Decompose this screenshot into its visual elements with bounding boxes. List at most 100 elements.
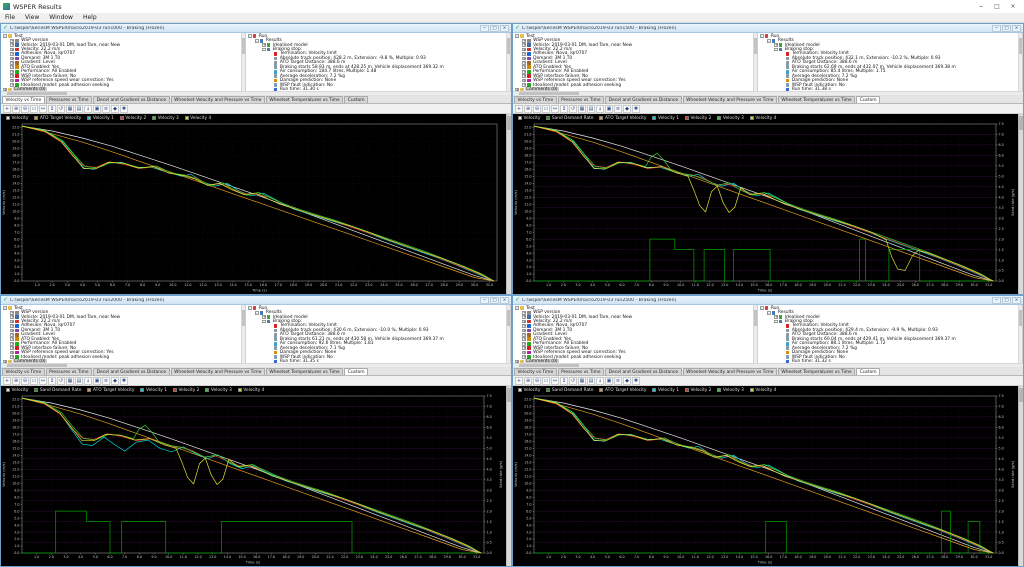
scrollbar-thumb[interactable] — [519, 364, 579, 367]
collapse-icon[interactable]: - — [254, 310, 259, 315]
expand-icon[interactable]: + — [10, 78, 14, 83]
tab-pressures-vs-time[interactable]: Pressures vs Time — [45, 368, 93, 375]
child-minimize-button[interactable]: − — [992, 24, 1001, 32]
tree-hscrollbar[interactable] — [513, 91, 1023, 95]
tab-pressures-vs-time[interactable]: Pressures vs Time — [557, 96, 605, 103]
scrollbar-thumb[interactable] — [507, 116, 511, 130]
scrollbar-thumb[interactable] — [519, 92, 579, 95]
child-titlebar[interactable]: ✓ C:\wsper\SeriesM WSPERmacro2019-03 run2… — [513, 296, 1023, 305]
scrollbar-thumb[interactable] — [1019, 116, 1023, 130]
tab-decel-and-gradient-vs-distance[interactable]: Decel and Gradient vs Distance — [605, 368, 682, 375]
tab-wheelset-temperatures-vs-time[interactable]: Wheelset Temperatures vs Time — [265, 368, 344, 375]
menu-file[interactable]: File — [0, 14, 20, 21]
expand-icon[interactable]: + — [522, 43, 526, 47]
scrollbar-thumb[interactable] — [1019, 388, 1023, 402]
copy-icon[interactable]: ▣ — [605, 376, 613, 385]
reset-zoom-icon[interactable]: ↺ — [57, 104, 65, 113]
data-table-icon[interactable]: ▤ — [587, 376, 595, 385]
data-table-icon[interactable]: ▤ — [75, 104, 83, 113]
child-minimize-button[interactable]: − — [480, 296, 489, 304]
maximize-button[interactable]: □ — [989, 1, 1005, 12]
expand-icon[interactable]: + — [10, 43, 14, 47]
scrollbar-thumb[interactable] — [753, 310, 757, 326]
collapse-icon[interactable]: - — [261, 319, 266, 324]
settings-icon[interactable]: ✱ — [120, 104, 128, 113]
data-table-icon[interactable]: ▤ — [75, 376, 83, 385]
expand-icon[interactable]: + — [10, 74, 14, 79]
zoom-y-axis-icon[interactable]: ↕ — [48, 376, 56, 385]
child-titlebar[interactable]: ✓ C:\wsper\SeriesM WSPERmacro2019-03 run1… — [1, 24, 511, 33]
collapse-icon[interactable]: - — [766, 38, 771, 43]
expand-icon[interactable]: + — [522, 337, 526, 342]
print-icon[interactable]: ≡ — [102, 104, 110, 113]
tree-hscrollbar[interactable] — [513, 363, 1023, 367]
tab-pressures-vs-time[interactable]: Pressures vs Time — [557, 368, 605, 375]
collapse-icon[interactable]: - — [515, 306, 519, 311]
expand-icon[interactable]: + — [10, 315, 14, 319]
expand-icon[interactable]: + — [522, 319, 526, 324]
expand-icon[interactable]: + — [522, 332, 526, 337]
copy-icon[interactable]: ▣ — [93, 104, 101, 113]
expand-icon[interactable]: + — [261, 43, 266, 47]
expand-icon[interactable]: + — [522, 324, 526, 328]
collapse-icon[interactable]: - — [759, 34, 764, 39]
tab-velocity-vs-time[interactable]: Velocity vs Time — [514, 96, 557, 103]
child-close-button[interactable]: × — [1012, 24, 1021, 32]
collapse-icon[interactable]: - — [773, 47, 778, 52]
child-minimize-button[interactable]: − — [480, 24, 489, 32]
tree-hscrollbar[interactable] — [1, 363, 511, 367]
zoom-out-icon[interactable]: ⊖ — [533, 376, 541, 385]
expand-icon[interactable]: + — [522, 346, 526, 351]
tab-decel-and-gradient-vs-distance[interactable]: Decel and Gradient vs Distance — [93, 368, 170, 375]
zoom-x-axis-icon[interactable]: ↔ — [39, 104, 47, 113]
expand-icon[interactable]: + — [522, 52, 526, 56]
tab-decel-and-gradient-vs-distance[interactable]: Decel and Gradient vs Distance — [93, 96, 170, 103]
data-table-icon[interactable]: ▤ — [587, 104, 595, 113]
collapse-icon[interactable]: - — [3, 34, 7, 39]
save-image-icon[interactable]: ↓ — [84, 104, 92, 113]
tab-velocity-vs-time[interactable]: Velocity vs Time — [2, 96, 45, 103]
tree-hscrollbar[interactable] — [1, 91, 511, 95]
tree-scrollbar[interactable] — [752, 305, 757, 363]
scrollbar-thumb[interactable] — [241, 38, 245, 54]
expand-icon[interactable]: + — [10, 65, 14, 70]
minimize-button[interactable]: − — [973, 1, 989, 12]
tab-wheelset-velocity-and-pressure-vs-time[interactable]: Wheelset Velocity and Pressure vs Time — [682, 368, 777, 375]
collapse-icon[interactable]: - — [773, 319, 778, 324]
expand-icon[interactable]: + — [522, 38, 526, 43]
markers-icon[interactable]: ◆ — [623, 376, 631, 385]
expand-icon[interactable]: + — [10, 319, 14, 324]
reset-zoom-icon[interactable]: ↺ — [569, 104, 577, 113]
tab-pressures-vs-time[interactable]: Pressures vs Time — [45, 96, 93, 103]
child-close-button[interactable]: × — [500, 24, 509, 32]
zoom-in-icon[interactable]: ⊕ — [524, 104, 532, 113]
collapse-icon[interactable]: - — [759, 306, 764, 311]
tab-decel-and-gradient-vs-distance[interactable]: Decel and Gradient vs Distance — [605, 96, 682, 103]
scrollbar-thumb[interactable] — [1019, 38, 1022, 54]
markers-icon[interactable]: ◆ — [623, 104, 631, 113]
tree-scrollbar[interactable] — [752, 33, 757, 91]
pan-icon[interactable]: + — [515, 104, 523, 113]
plot-scrollbar[interactable] — [1018, 386, 1023, 566]
zoom-y-axis-icon[interactable]: ↕ — [560, 376, 568, 385]
expand-icon[interactable]: + — [773, 315, 778, 319]
zoom-window-icon[interactable]: ▭ — [30, 376, 38, 385]
tab-wheelset-velocity-and-pressure-vs-time[interactable]: Wheelset Velocity and Pressure vs Time — [170, 96, 265, 103]
save-image-icon[interactable]: ↓ — [84, 376, 92, 385]
zoom-window-icon[interactable]: ▭ — [30, 104, 38, 113]
expand-icon[interactable]: + — [10, 52, 14, 56]
tab-wheelset-velocity-and-pressure-vs-time[interactable]: Wheelset Velocity and Pressure vs Time — [170, 368, 265, 375]
zoom-window-icon[interactable]: ▭ — [542, 104, 550, 113]
settings-icon[interactable]: ✱ — [632, 104, 640, 113]
pan-icon[interactable]: + — [515, 376, 523, 385]
tree-scrollbar[interactable] — [1018, 33, 1022, 91]
expand-icon[interactable]: + — [522, 350, 526, 355]
expand-icon[interactable]: + — [10, 310, 14, 315]
zoom-x-axis-icon[interactable]: ↔ — [551, 376, 559, 385]
plot-scrollbar[interactable] — [506, 114, 511, 294]
zoom-window-icon[interactable]: ▭ — [542, 376, 550, 385]
settings-icon[interactable]: ✱ — [120, 376, 128, 385]
pan-icon[interactable]: + — [3, 376, 11, 385]
collapse-icon[interactable]: - — [766, 310, 771, 315]
reset-zoom-icon[interactable]: ↺ — [569, 376, 577, 385]
